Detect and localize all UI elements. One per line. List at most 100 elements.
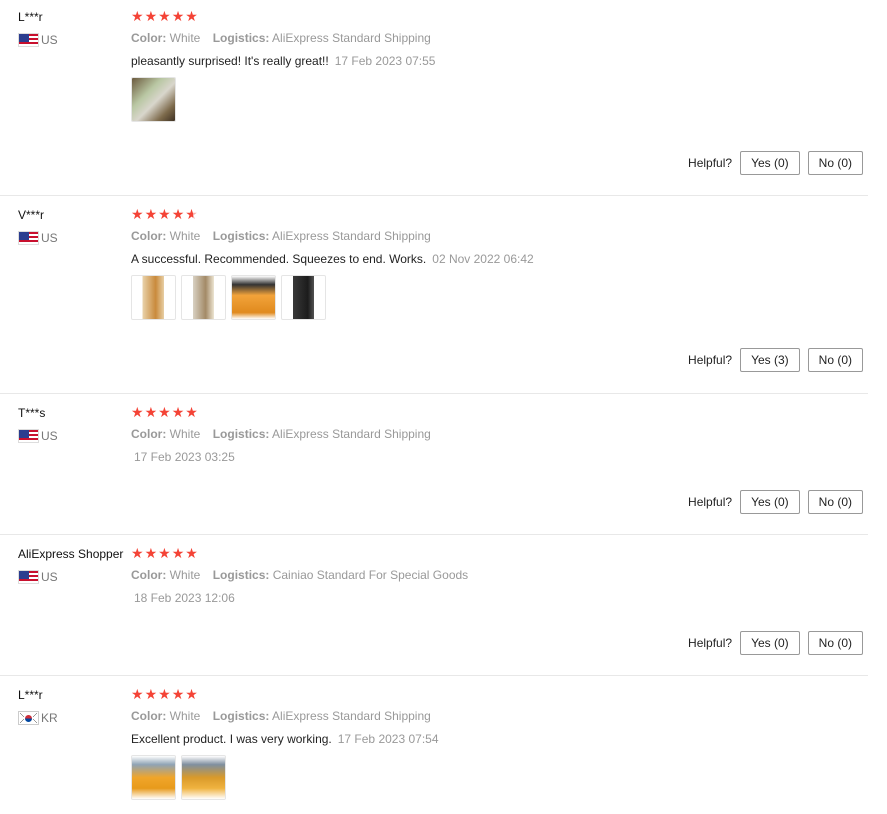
reviewer-country: KR [18,711,130,725]
review-photo-blender-orange [132,276,175,319]
star-rating: ★ ★ ★ ★ ★ [131,688,868,702]
reviewer-name: T***s [18,406,46,420]
review-date: 17 Feb 2023 07:54 [337,732,439,746]
helpful-label: Helpful? [688,353,733,367]
star-icon: ★ [144,207,158,223]
color-value: White [169,31,201,45]
color-value: White [169,568,201,582]
review-sku-info: Color: White Logistics: Cainiao Standard… [131,568,868,582]
star-icon: ★ [158,405,171,421]
review-photo-thumbnail[interactable] [131,275,176,320]
star-icon: ★ [158,687,171,703]
star-icon: ★ [185,687,198,703]
color-label: Color: [131,31,167,45]
helpful-label: Helpful? [688,495,733,509]
reviewer-info: AliExpress Shopper US [18,547,130,584]
helpful-yes-button[interactable]: Yes (0) [740,151,800,175]
helpful-yes-button[interactable]: Yes (0) [740,631,800,655]
star-icon: ★ [158,9,171,25]
review-feedback: A successful. Recommended. Squeezes to e… [131,252,868,266]
helpful-no-button[interactable]: No (0) [807,490,863,514]
star-icon: ★ [171,207,185,223]
color-label: Color: [131,709,167,723]
logistics-label: Logistics: [212,31,270,45]
review-date: 02 Nov 2022 06:42 [432,252,534,266]
color-label: Color: [131,427,167,441]
logistics-label: Logistics: [212,709,270,723]
review-date: 17 Feb 2023 03:25 [134,450,235,464]
star-icon: ★ [144,9,158,25]
reviewer-country: US [18,33,130,47]
review-photo-blender-dark [282,276,325,319]
star-icon: ★ [185,546,198,562]
reviewer-country: US [18,429,130,443]
usa-flag-icon [18,33,39,47]
korea-flag-icon [18,711,39,725]
review-feedback: Excellent product. I was very working. 17… [131,732,868,746]
star-icon: ★ [171,405,185,421]
star-icon: ★ [144,405,158,421]
reviewer-country: US [18,570,130,584]
star-icon: ★ [185,9,198,25]
review-date: 17 Feb 2023 07:55 [334,54,436,68]
review-photos [131,275,868,320]
helpful-no-button[interactable]: No (0) [807,348,863,372]
logistics-label: Logistics: [212,568,270,582]
star-icon: ★ [131,546,144,562]
reviewer-info: T***s US [18,406,130,443]
star-icon: ★ [158,546,171,562]
review-photo-thumbnail[interactable] [131,77,176,122]
star-rating: ★ ★ ★ ★ ★ [131,547,868,561]
reviewer-country: US [18,231,130,245]
review-item: V***r US ★ ★ ★ ★ ★ Color: White Logistics: AliE… [0,208,868,394]
review-photo-thumbnail[interactable] [181,755,226,800]
logistics-value: AliExpress Standard Shipping [272,31,431,45]
logistics-label: Logistics: [212,229,270,243]
star-icon: ★ [171,546,185,562]
star-icon: ★ [158,207,171,223]
reviewer-name: L***r [18,10,43,24]
helpful-label: Helpful? [688,636,733,650]
usa-flag-icon [18,570,39,584]
review-content: ★ ★ ★ ★ ★ Color: White Logistics: AliExpress … [131,208,868,320]
helpful-controls: Helpful? Yes (0) No (0) [688,490,863,514]
helpful-controls: Helpful? Yes (0) No (0) [688,151,863,175]
color-label: Color: [131,568,167,582]
review-photo-thumbnail[interactable] [281,275,326,320]
review-item: L***r KR ★ ★ ★ ★ ★ Color: White Logistics: AliE… [0,688,868,814]
helpful-yes-button[interactable]: Yes (3) [740,348,800,372]
review-photo-box [132,78,175,121]
color-value: White [169,427,201,441]
helpful-yes-button[interactable]: Yes (0) [740,490,800,514]
review-sku-info: Color: White Logistics: AliExpress Stand… [131,709,868,723]
review-photo-thumbnail[interactable] [181,275,226,320]
color-value: White [169,229,201,243]
review-photo-blender-label [182,276,225,319]
review-item: L***r US ★ ★ ★ ★ ★ Color: White Logistics: AliE… [0,10,868,196]
country-code: US [41,429,58,443]
review-sku-info: Color: White Logistics: AliExpress Stand… [131,427,868,441]
star-icon: ★ [144,687,158,703]
logistics-value: AliExpress Standard Shipping [272,229,431,243]
star-rating: ★ ★ ★ ★ ★ [131,10,868,24]
review-sku-info: Color: White Logistics: AliExpress Stand… [131,31,868,45]
review-photos [131,77,868,122]
star-icon: ★ [144,546,158,562]
review-photo-oranges-1 [132,756,175,799]
helpful-no-button[interactable]: No (0) [807,151,863,175]
country-code: US [41,570,58,584]
reviewer-name: V***r [18,208,45,222]
helpful-no-button[interactable]: No (0) [807,631,863,655]
review-text: Excellent product. I was very working. [131,732,332,746]
review-text: A successful. Recommended. Squeezes to e… [131,252,427,266]
review-photo-thumbnail[interactable] [231,275,276,320]
review-feedback: pleasantly surprised! It's really great!… [131,54,868,68]
review-date: 18 Feb 2023 12:06 [134,591,235,605]
review-photo-thumbnail[interactable] [131,755,176,800]
review-feedback: 18 Feb 2023 12:06 [131,591,868,605]
review-sku-info: Color: White Logistics: AliExpress Stand… [131,229,868,243]
country-code: KR [41,711,58,725]
reviewer-info: L***r US [18,10,130,47]
star-icon: ★ [171,9,185,25]
star-icon: ★ [131,9,144,25]
